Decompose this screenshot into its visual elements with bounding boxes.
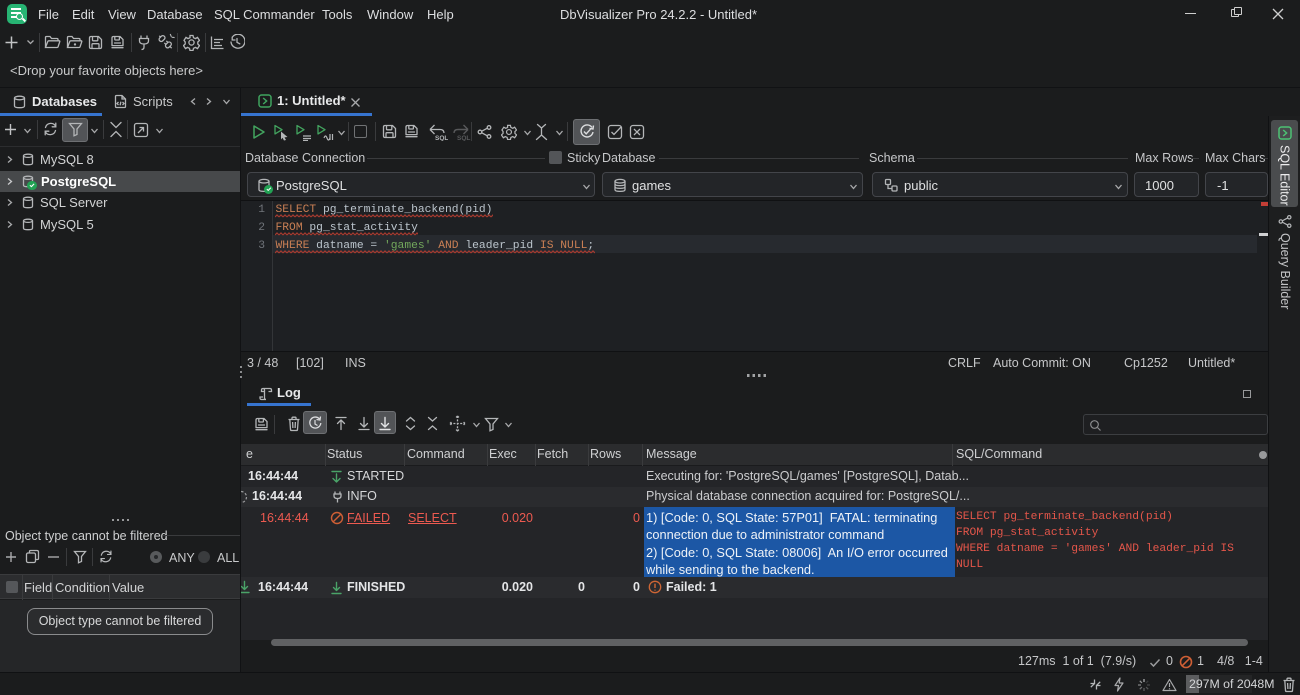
svg-text:SQL: SQL: [457, 135, 470, 141]
svg-text:SQL: SQL: [435, 135, 448, 141]
